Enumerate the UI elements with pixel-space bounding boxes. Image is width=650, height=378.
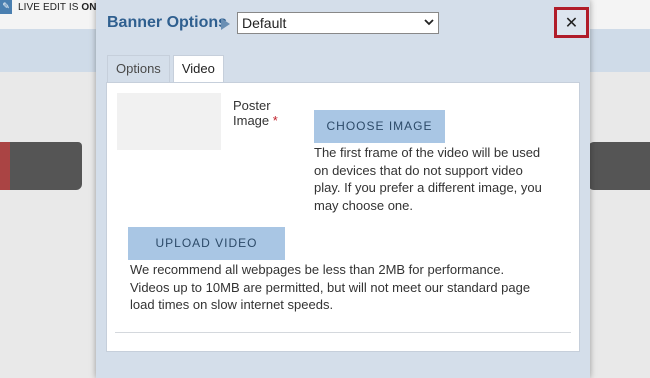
triangle-right-icon	[221, 18, 230, 30]
video-tab-panel: Poster Image * CHOOSE IMAGE The first fr…	[106, 82, 580, 352]
live-edit-label: LIVE EDIT IS	[18, 1, 79, 13]
choose-image-button[interactable]: CHOOSE IMAGE	[314, 110, 445, 143]
close-icon: ✕	[564, 13, 579, 32]
close-button[interactable]: ✕	[554, 7, 589, 38]
live-edit-indicator: ✎ LIVE EDIT IS ON	[0, 0, 97, 14]
required-marker: *	[272, 113, 278, 128]
live-edit-state: ON	[81, 1, 97, 13]
dialog-tabs: Options Video	[107, 55, 227, 84]
chevron-down-icon	[424, 19, 434, 26]
edit-icon: ✎	[0, 0, 12, 14]
preset-select-value: Default	[242, 15, 287, 31]
poster-image-preview	[117, 93, 221, 150]
poster-image-label: Poster Image *	[233, 98, 293, 128]
tab-video[interactable]: Video	[172, 55, 224, 84]
tab-options[interactable]: Options	[107, 55, 170, 83]
background-banner-image-right	[588, 142, 650, 190]
background-banner-image-left	[0, 142, 82, 190]
video-help-text: We recommend all webpages be less than 2…	[130, 262, 531, 312]
upload-video-button[interactable]: UPLOAD VIDEO	[128, 227, 285, 260]
panel-divider	[115, 332, 571, 333]
poster-help-text: The first frame of the video will be use…	[314, 145, 542, 213]
poster-label-text: Poster Image	[233, 98, 271, 128]
preset-select[interactable]: Default	[237, 12, 439, 34]
dialog-title: Banner Options	[107, 14, 228, 31]
dialog-header: Banner Options Default ✕	[96, 0, 590, 45]
banner-options-dialog: Banner Options Default ✕ Options Video P…	[96, 0, 590, 378]
